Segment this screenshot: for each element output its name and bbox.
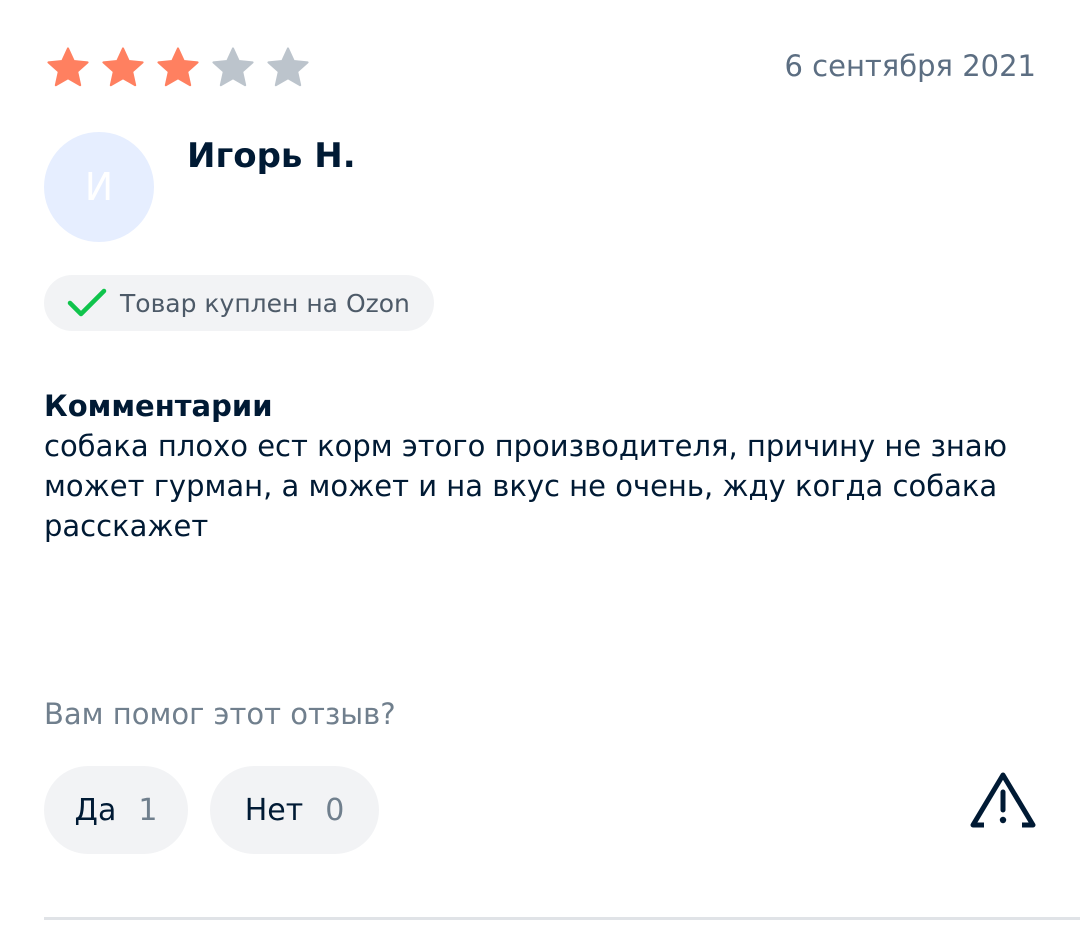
star-empty-icon: [212, 47, 254, 87]
star-empty-icon: [267, 47, 309, 87]
check-icon: [67, 288, 107, 317]
vote-yes-button[interactable]: Да 1: [44, 766, 188, 854]
vote-yes-label: Да: [74, 792, 117, 828]
vote-no-label: Нет: [244, 792, 304, 828]
vote-no-count: 0: [325, 792, 345, 828]
avatar: И: [44, 132, 154, 242]
star-filled-icon: [102, 47, 144, 87]
vote-no-button[interactable]: Нет 0: [210, 766, 379, 854]
vote-yes-count: 1: [138, 792, 158, 828]
review-date: 6 сентября 2021: [784, 49, 1036, 83]
author-name: Игорь Н.: [187, 136, 356, 176]
helpful-question: Вам помог этот отзыв?: [44, 697, 396, 731]
comment-text: собака плохо ест корм этого производител…: [44, 429, 1008, 543]
avatar-initial: И: [84, 165, 114, 209]
comment-title: Комментарии: [44, 389, 273, 423]
purchased-badge-label: Товар куплен на Ozon: [120, 288, 410, 318]
star-filled-icon: [157, 47, 199, 87]
rating-stars: [44, 44, 312, 92]
divider: [44, 917, 1080, 920]
purchased-badge: Товар куплен на Ozon: [44, 275, 434, 331]
warning-icon[interactable]: [968, 770, 1038, 830]
star-filled-icon: [47, 47, 89, 87]
